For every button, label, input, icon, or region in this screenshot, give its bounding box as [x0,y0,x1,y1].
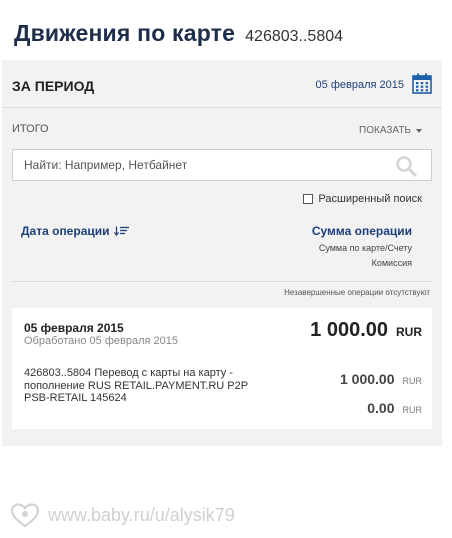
column-header-date[interactable]: Дата операции [21,224,130,238]
page-header: Движения по карте 426803..5804 [14,20,343,47]
watermark: www.baby.ru/u/alysik79 [10,502,235,528]
operation-description: 426803..5804 Перевод с карты на карту - … [24,367,248,404]
period-row: ЗА ПЕРИОД 05 февраля 2015 [2,60,442,108]
show-dropdown[interactable]: ПОКАЗАТЬ [359,125,422,136]
operation-processed-date: Обработано 05 февраля 2015 [24,335,178,347]
card-amount: 1 000.00 RUR [340,371,422,387]
column-date-label: Дата операции [21,224,110,238]
chevron-down-icon [416,128,422,133]
search-icon[interactable] [395,155,417,177]
operation-row[interactable]: 05 февраля 2015 Обработано 05 февраля 20… [12,308,432,429]
divider [12,281,432,282]
advanced-search-toggle[interactable]: Расширенный поиск [303,193,422,205]
operation-date: 05 февраля 2015 [24,321,124,335]
advanced-search-label: Расширенный поиск [318,193,422,205]
operation-total-amount: 1 000.00 [310,319,388,341]
pending-operations-note: Незавершенные операции отсутствуют [284,288,430,297]
column-subheader-commission: Комиссия [371,258,412,268]
commission-amount-value: 0.00 [367,400,395,416]
operation-total-currency: RUR [396,325,422,339]
page-title: Движения по карте [14,20,236,46]
period-date-link[interactable]: 05 февраля 2015 [316,79,404,91]
period-label: ЗА ПЕРИОД [12,78,95,94]
search-input[interactable] [13,150,383,180]
card-movements-panel: ЗА ПЕРИОД 05 февраля 2015 ИТОГО ПОКАЗАТЬ… [2,60,442,446]
card-amount-currency: RUR [402,376,423,386]
advanced-search-checkbox[interactable] [303,194,314,204]
commission-amount-currency: RUR [402,405,423,415]
sort-descending-icon[interactable] [113,226,130,236]
baby-ru-logo-icon [10,503,40,528]
total-label: ИТОГО [12,123,49,135]
operation-total: 1 000.00 RUR [310,319,422,342]
card-number: 426803..5804 [245,28,344,45]
watermark-text: www.baby.ru/u/alysik79 [48,504,235,525]
column-subheader-card-sum: Сумма по карте/Счету [318,243,412,253]
calendar-icon[interactable] [412,73,432,94]
show-label: ПОКАЗАТЬ [359,125,411,136]
commission-amount: 0.00 RUR [367,400,422,416]
column-header-sum[interactable]: Сумма операции [312,224,412,238]
card-amount-value: 1 000.00 [340,371,395,387]
search-box [12,149,432,181]
